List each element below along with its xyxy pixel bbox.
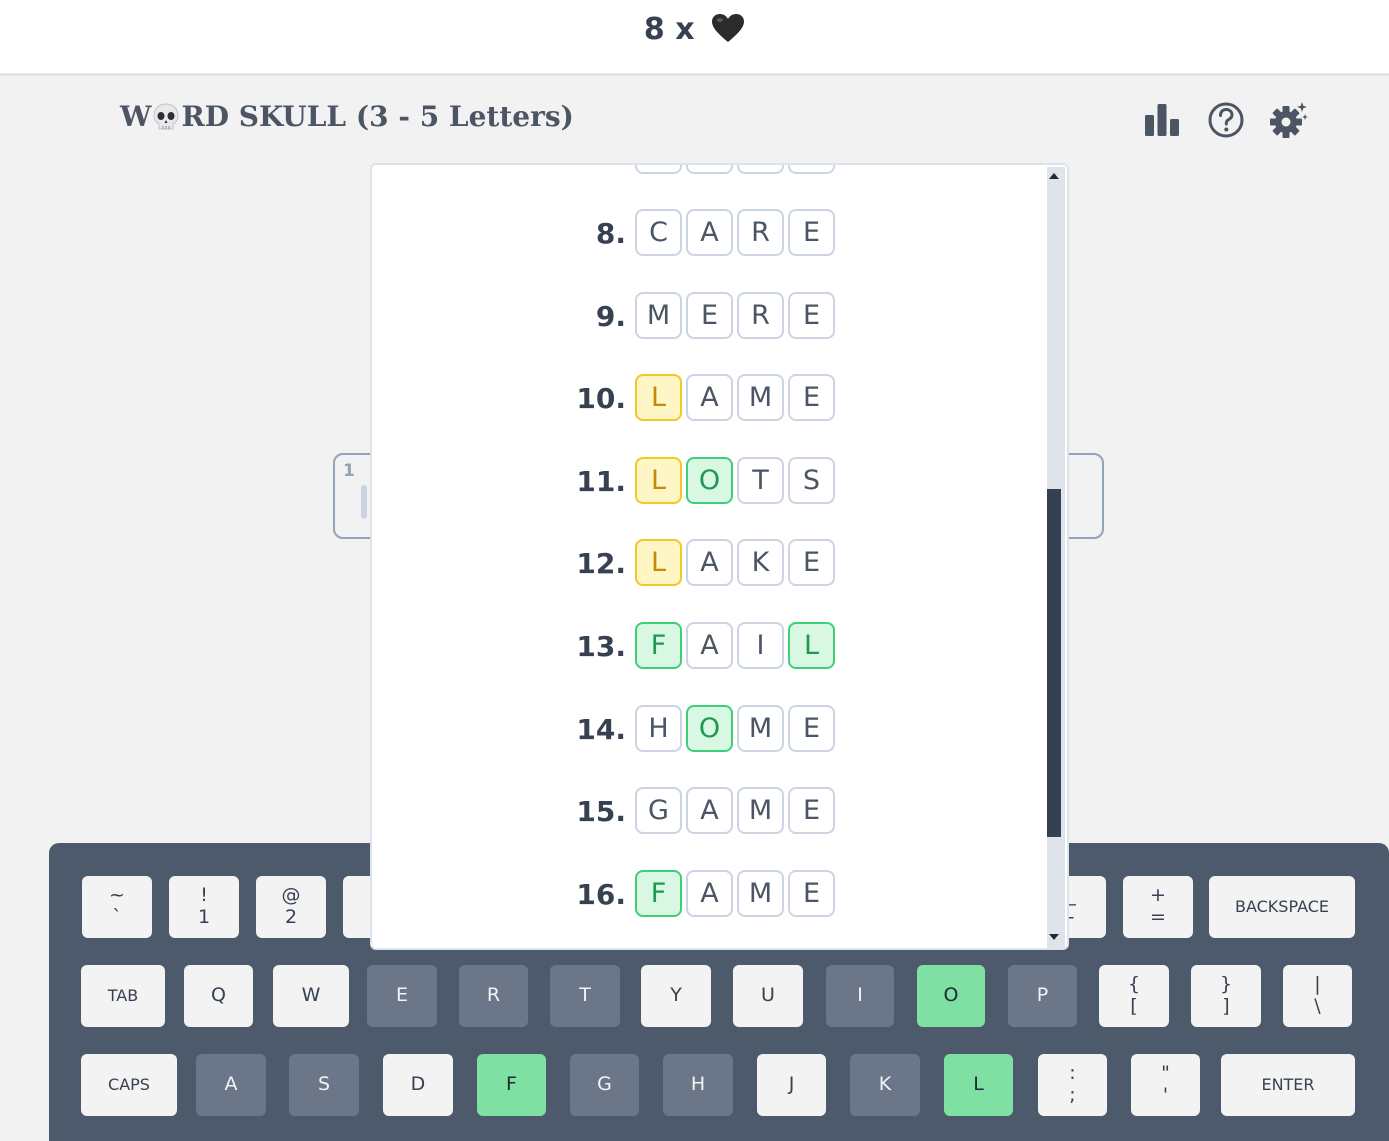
gear-sparkle-icon[interactable] bbox=[1269, 100, 1309, 140]
letter-tile: E bbox=[788, 705, 835, 752]
key-r[interactable]: R bbox=[459, 965, 528, 1027]
letter-tile: A bbox=[686, 374, 733, 421]
guess-number: 10. bbox=[576, 382, 626, 415]
key-tilde[interactable]: ~ ` bbox=[82, 876, 152, 938]
letter-tile: O bbox=[686, 705, 733, 752]
guess-number: 15. bbox=[576, 795, 626, 828]
page-title: W RD SKULL (3 - 5 Letters) bbox=[120, 100, 574, 133]
key-t[interactable]: T bbox=[550, 965, 620, 1027]
letter-tile: A bbox=[686, 209, 733, 256]
letter-tile: G bbox=[635, 787, 682, 834]
letter-tile: A bbox=[686, 870, 733, 917]
key-caps[interactable]: CAPS bbox=[81, 1054, 177, 1116]
key-1[interactable]: ! 1 bbox=[169, 876, 239, 938]
key-w[interactable]: W bbox=[273, 965, 349, 1027]
letter-tile: A bbox=[686, 622, 733, 669]
letter-tile: E bbox=[788, 292, 835, 339]
letter-tile: I bbox=[737, 622, 784, 669]
scrollbar-thumb[interactable] bbox=[1047, 489, 1061, 837]
help-circle-icon[interactable] bbox=[1206, 100, 1246, 140]
key-u[interactable]: U bbox=[733, 965, 803, 1027]
key-open-brace[interactable]: {[ bbox=[1099, 965, 1169, 1027]
letter-tile: E bbox=[686, 292, 733, 339]
letter-tile: A bbox=[686, 787, 733, 834]
guess-number: 11. bbox=[576, 465, 626, 498]
title-prefix: W bbox=[120, 100, 152, 133]
guess-history-panel[interactable]: 8. C A R E 9. M E R E 10. L A M E 11. L O T S 12. L A K E 13. F A I L… bbox=[370, 163, 1069, 950]
key-o[interactable]: O bbox=[917, 965, 985, 1027]
letter-tile: R bbox=[737, 292, 784, 339]
letter-tile: L bbox=[635, 539, 682, 586]
lives-times: x bbox=[675, 12, 695, 47]
key-enter[interactable]: ENTER bbox=[1221, 1054, 1355, 1116]
letter-tile: M bbox=[737, 787, 784, 834]
letter-tile: C bbox=[635, 209, 682, 256]
guess-number: 9. bbox=[595, 300, 626, 333]
letter-tile: M bbox=[737, 870, 784, 917]
scroll-up-arrow[interactable] bbox=[1049, 173, 1059, 179]
key-quote[interactable]: " ' bbox=[1131, 1054, 1200, 1116]
letter-tile: H bbox=[635, 705, 682, 752]
key-f[interactable]: F bbox=[477, 1054, 546, 1116]
letter-tile: F bbox=[635, 870, 682, 917]
key-backspace[interactable]: BACKSPACE bbox=[1209, 876, 1355, 938]
black-heart-icon bbox=[712, 14, 745, 42]
letter-tile: M bbox=[737, 374, 784, 421]
key-a[interactable]: A bbox=[196, 1054, 266, 1116]
key-h[interactable]: H bbox=[663, 1054, 733, 1116]
letter-tile: S bbox=[788, 457, 835, 504]
letter-tile: E bbox=[788, 209, 835, 256]
letter-tile: E bbox=[788, 870, 835, 917]
letter-tile bbox=[686, 165, 733, 174]
key-pipe[interactable]: | \ bbox=[1283, 965, 1352, 1027]
letter-tile: L bbox=[635, 374, 682, 421]
letter-tile: M bbox=[635, 292, 682, 339]
key-q[interactable]: Q bbox=[184, 965, 253, 1027]
guess-number: 13. bbox=[576, 630, 626, 663]
letter-tile bbox=[788, 165, 835, 174]
guess-number: 14. bbox=[576, 713, 626, 746]
key-2[interactable]: @2 bbox=[256, 876, 326, 938]
letter-tile bbox=[635, 165, 682, 174]
letter-tile: F bbox=[635, 622, 682, 669]
bar-chart-icon[interactable] bbox=[1142, 100, 1182, 140]
key-p[interactable]: P bbox=[1008, 965, 1077, 1027]
letter-tile: E bbox=[788, 787, 835, 834]
key-s[interactable]: S bbox=[289, 1054, 359, 1116]
letter-tile: T bbox=[737, 457, 784, 504]
board-cursor bbox=[361, 485, 367, 519]
letter-tile: E bbox=[788, 374, 835, 421]
key-y[interactable]: Y bbox=[641, 965, 711, 1027]
lives-counter: 8 x bbox=[0, 12, 1389, 47]
letter-tile: M bbox=[737, 705, 784, 752]
key-close-brace[interactable]: }] bbox=[1191, 965, 1261, 1027]
board-number: 1 bbox=[343, 461, 355, 481]
key-g[interactable]: G bbox=[570, 1054, 639, 1116]
letter-tile: E bbox=[788, 539, 835, 586]
lives-count: 8 bbox=[643, 12, 665, 47]
guess-number: 8. bbox=[595, 217, 626, 250]
letter-tile: L bbox=[788, 622, 835, 669]
key-e[interactable]: E bbox=[367, 965, 437, 1027]
letter-tile: R bbox=[737, 209, 784, 256]
skull-icon bbox=[153, 103, 179, 130]
guess-number: 12. bbox=[576, 547, 626, 580]
key-l[interactable]: L bbox=[944, 1054, 1013, 1116]
letter-tile: L bbox=[635, 457, 682, 504]
key-semicolon[interactable]: :; bbox=[1038, 1054, 1107, 1116]
key-tab[interactable]: TAB bbox=[81, 965, 165, 1027]
letter-tile bbox=[737, 165, 784, 174]
title-suffix: RD SKULL (3 - 5 Letters) bbox=[181, 100, 574, 133]
scroll-down-arrow[interactable] bbox=[1049, 934, 1059, 940]
letter-tile: K bbox=[737, 539, 784, 586]
letter-tile: O bbox=[686, 457, 733, 504]
key-i[interactable]: I bbox=[826, 965, 894, 1027]
key-d[interactable]: D bbox=[383, 1054, 453, 1116]
key-equals[interactable]: + = bbox=[1123, 876, 1193, 938]
letter-tile: A bbox=[686, 539, 733, 586]
top-bar: 8 x bbox=[0, 0, 1389, 76]
guess-number: 16. bbox=[576, 878, 626, 911]
key-j[interactable]: J bbox=[757, 1054, 826, 1116]
key-k[interactable]: K bbox=[850, 1054, 920, 1116]
